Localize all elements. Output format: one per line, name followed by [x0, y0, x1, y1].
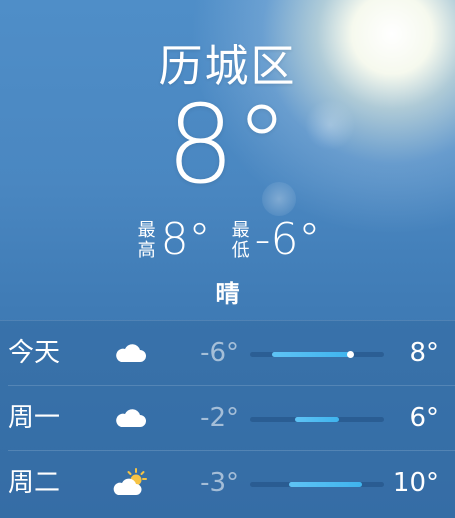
high-temp-group: 最高 8° — [135, 218, 211, 262]
daily-forecast-list[interactable]: 今天 -6° 8° 周一 -2° 6° 周二 -3° 10° — [0, 320, 455, 518]
weather-screen: 历城区 8° 最高 8° 最低 -6° 晴 今天 -6° 8° 周一 -2° 6… — [0, 0, 455, 518]
high-temp: 8° — [160, 214, 211, 265]
forecast-row[interactable]: 今天 -6° 8° — [8, 321, 455, 386]
low-temp: -6° — [254, 214, 321, 265]
forecast-day: 周一 — [8, 403, 61, 433]
temperature-range-fill — [272, 352, 351, 357]
forecast-low: -3° — [200, 468, 239, 498]
current-temp-marker — [347, 351, 354, 358]
current-temperature: 8° — [166, 83, 289, 208]
cloud-icon — [112, 400, 148, 436]
forecast-row[interactable]: 周二 -3° 10° — [8, 451, 455, 515]
high-label-text: 最高 — [134, 220, 156, 260]
forecast-high: 6° — [409, 403, 439, 433]
temperature-range-bar — [250, 482, 384, 487]
forecast-high: 10° — [392, 468, 439, 498]
temperature-range-fill — [289, 482, 362, 487]
high-low-summary: 最高 8° 最低 -6° — [0, 218, 455, 262]
weather-condition: 晴 — [215, 280, 240, 308]
partly-sunny-icon — [112, 465, 148, 501]
temperature-range-bar — [250, 351, 384, 358]
temperature-range-bar — [250, 417, 384, 422]
forecast-row[interactable]: 周一 -2° 6° — [8, 386, 455, 451]
low-label-text: 最低 — [228, 220, 250, 260]
low-label: 最低 — [228, 220, 250, 260]
high-label: 最高 — [134, 220, 156, 260]
forecast-low: -6° — [200, 338, 239, 368]
low-temp-group: 最低 -6° — [229, 218, 321, 262]
forecast-low: -2° — [200, 403, 239, 433]
temperature-range-fill — [294, 417, 340, 422]
forecast-high: 8° — [409, 338, 439, 368]
forecast-day: 周二 — [8, 468, 61, 498]
forecast-day: 今天 — [8, 338, 61, 368]
cloud-icon — [112, 335, 148, 371]
